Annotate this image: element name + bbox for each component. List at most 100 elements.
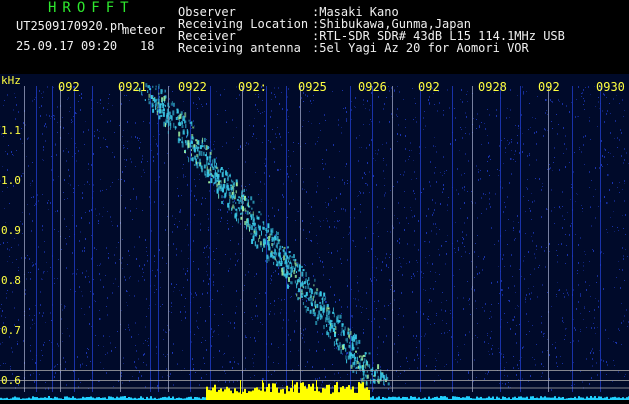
noise-speck xyxy=(514,154,515,155)
noise-speck xyxy=(413,273,414,275)
noise-speck xyxy=(602,166,603,167)
noise-speck xyxy=(178,195,179,197)
noise-speck xyxy=(27,138,28,140)
noise-speck xyxy=(95,335,96,336)
trail-speck xyxy=(270,252,273,258)
trail-speck xyxy=(177,138,180,144)
time-line xyxy=(150,86,151,392)
noise-speck xyxy=(214,141,215,142)
noise-speck xyxy=(329,279,330,280)
noise-speck xyxy=(55,143,56,145)
noise-speck xyxy=(365,174,366,175)
noise-speck xyxy=(505,206,506,208)
noise-speck xyxy=(122,136,123,137)
noise-speck xyxy=(536,143,537,145)
noise-speck xyxy=(109,94,110,95)
noise-speck xyxy=(48,200,49,201)
noise-speck xyxy=(608,338,609,339)
trail-speck xyxy=(199,145,202,150)
noise-speck xyxy=(7,261,8,262)
trail-speck xyxy=(268,256,270,262)
floor-bar xyxy=(358,382,360,400)
noise-speck xyxy=(346,120,347,122)
noise-speck xyxy=(200,369,201,370)
noise-speck xyxy=(303,120,304,121)
noise-speck xyxy=(135,136,136,138)
noise-speck xyxy=(159,249,160,251)
noise-speck xyxy=(490,159,491,160)
trail-speck xyxy=(268,229,269,233)
noise-speck xyxy=(501,280,502,282)
noise-speck xyxy=(264,183,265,185)
noise-speck xyxy=(366,292,367,294)
noise-speck xyxy=(367,162,368,164)
noise-speck xyxy=(575,329,576,331)
noise-speck xyxy=(310,240,311,241)
noise-speck xyxy=(32,180,33,182)
trail-speck xyxy=(301,265,303,268)
noise-speck xyxy=(77,269,78,270)
noise-speck xyxy=(138,280,139,282)
noise-speck xyxy=(464,344,465,345)
noise-speck xyxy=(360,192,361,194)
noise-speck xyxy=(40,291,41,293)
noise-speck xyxy=(66,243,67,245)
noise-speck xyxy=(147,260,148,262)
noise-speck xyxy=(263,378,264,380)
floor-bar xyxy=(212,387,214,400)
noise-speck xyxy=(128,250,129,252)
noise-speck xyxy=(616,342,617,344)
noise-speck xyxy=(337,220,338,222)
trail-speck xyxy=(208,156,211,159)
trail-speck xyxy=(318,292,320,297)
noise-speck xyxy=(624,110,625,111)
noise-speck xyxy=(130,276,131,277)
noise-speck xyxy=(278,169,279,171)
noise-speck xyxy=(169,329,170,331)
noise-speck xyxy=(50,312,51,314)
noise-speck xyxy=(225,110,226,111)
noise-speck xyxy=(490,311,491,312)
trail-speck xyxy=(247,218,249,222)
noise-speck xyxy=(390,148,391,150)
trail-speck xyxy=(292,258,294,261)
noise-speck xyxy=(541,246,542,248)
noise-speck xyxy=(237,260,238,262)
noise-speck xyxy=(283,319,284,321)
trail-speck xyxy=(273,240,275,245)
noise-speck xyxy=(227,211,228,213)
noise-speck xyxy=(254,375,255,376)
noise-speck xyxy=(167,216,168,217)
trail-speck xyxy=(296,293,298,297)
noise-speck xyxy=(435,369,436,370)
noise-speck xyxy=(435,146,436,147)
noise-speck xyxy=(602,110,603,112)
floor-bar xyxy=(124,396,126,400)
noise-speck xyxy=(273,148,274,149)
noise-speck xyxy=(580,313,581,314)
noise-speck xyxy=(397,133,398,135)
noise-speck xyxy=(68,133,69,134)
noise-speck xyxy=(391,113,392,115)
noise-speck xyxy=(511,150,512,151)
noise-speck xyxy=(533,286,534,287)
noise-speck xyxy=(228,270,229,272)
trail-speck xyxy=(289,261,292,264)
noise-speck xyxy=(195,292,196,294)
floor-bar xyxy=(208,389,210,400)
noise-speck xyxy=(301,333,302,334)
trail-speck xyxy=(270,228,273,233)
noise-speck xyxy=(443,110,444,111)
y-axis-labels: 1.11.00.90.80.70.6 xyxy=(1,124,21,387)
noise-speck xyxy=(276,137,277,138)
noise-speck xyxy=(416,121,417,123)
noise-speck xyxy=(561,243,562,245)
noise-speck xyxy=(204,363,205,364)
noise-speck xyxy=(75,112,76,114)
noise-speck xyxy=(462,101,463,103)
noise-speck xyxy=(380,366,381,368)
noise-speck xyxy=(50,202,51,204)
noise-speck xyxy=(583,262,584,263)
noise-speck xyxy=(432,263,433,265)
noise-speck xyxy=(355,246,356,247)
